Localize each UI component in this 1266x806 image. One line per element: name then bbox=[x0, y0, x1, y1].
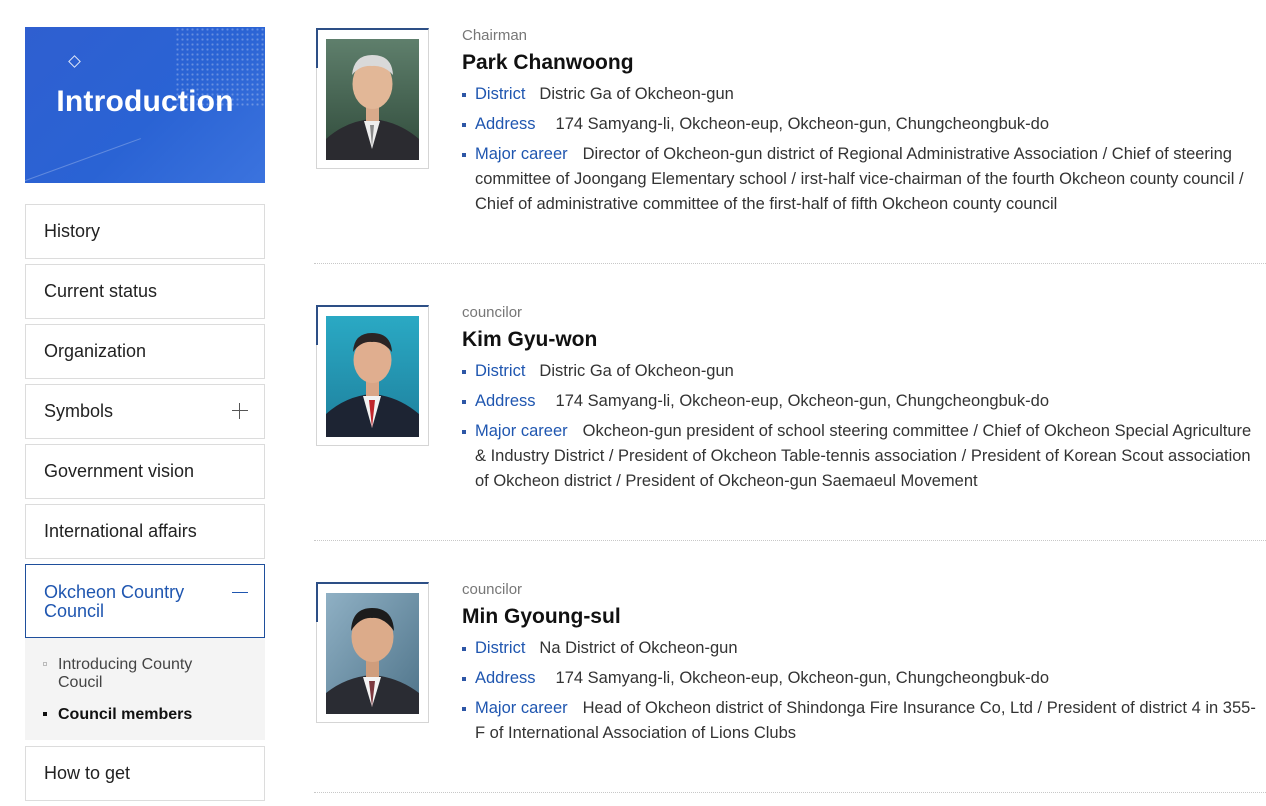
sidebar-item-label: International affairs bbox=[44, 521, 197, 541]
sidebar-item-label: Okcheon Country Council bbox=[44, 582, 185, 621]
district-value: Distric Ga of Okcheon-gun bbox=[539, 85, 734, 103]
member-district-row: District Distric Ga of Okcheon-gun bbox=[462, 82, 1262, 107]
sidebar-item-label: Current status bbox=[44, 281, 158, 301]
sidebar: Introduction History Current status Orga… bbox=[25, 27, 265, 806]
section-banner: Introduction bbox=[25, 27, 265, 183]
member-address-row: Address 174 Samyang-li, Okcheon-eup, Okch… bbox=[462, 666, 1262, 691]
member-name: Park Chanwoong bbox=[462, 51, 634, 74]
submenu-item-introducing-council[interactable]: Introducing County Coucil bbox=[25, 656, 228, 692]
address-label: Address bbox=[475, 669, 536, 687]
section-title: Introduction bbox=[56, 85, 234, 118]
bullet-icon bbox=[462, 123, 466, 127]
bullet-icon bbox=[462, 153, 466, 157]
member-career-row: Major career Okcheon-gun president of sch… bbox=[462, 419, 1262, 494]
bullet-icon bbox=[462, 400, 466, 404]
career-value: Okcheon-gun president of school steering… bbox=[475, 422, 1252, 490]
submenu-item-council-members[interactable]: Council members bbox=[25, 706, 228, 724]
minus-icon[interactable] bbox=[232, 592, 248, 593]
career-value: Director of Okcheon-gun district of Regi… bbox=[475, 145, 1244, 213]
sidebar-menu: History Current status Organization Symb… bbox=[25, 204, 265, 801]
member-role: Chairman bbox=[462, 27, 528, 44]
district-value: Distric Ga of Okcheon-gun bbox=[539, 362, 734, 380]
submenu-item-label: Council members bbox=[58, 706, 193, 723]
banner-decoration bbox=[25, 138, 141, 183]
member-career-row: Major career Director of Okcheon-gun dist… bbox=[462, 142, 1262, 217]
address-label: Address bbox=[475, 115, 536, 133]
sidebar-item-label: How to get bbox=[44, 763, 131, 783]
member-district-row: District Distric Ga of Okcheon-gun bbox=[462, 359, 1262, 384]
diamond-icon bbox=[68, 55, 81, 68]
member-info: councilor Min Gyoung-sul District Na Dist… bbox=[462, 581, 1262, 751]
sidebar-item-government-vision[interactable]: Government vision bbox=[25, 444, 265, 499]
member-address-row: Address 174 Samyang-li, Okcheon-eup, Okch… bbox=[462, 389, 1262, 414]
member-card: Chairman Park Chanwoong District Distric … bbox=[314, 27, 1266, 264]
member-photo bbox=[326, 316, 419, 437]
sidebar-item-current-status[interactable]: Current status bbox=[25, 264, 265, 319]
sidebar-item-organization[interactable]: Organization bbox=[25, 324, 265, 379]
bullet-icon bbox=[462, 647, 466, 651]
bullet-icon bbox=[462, 430, 466, 434]
district-label: District bbox=[475, 639, 526, 657]
career-label: Major career bbox=[475, 145, 568, 163]
member-photo-frame bbox=[316, 28, 429, 169]
member-card: councilor Min Gyoung-sul District Na Dist… bbox=[314, 581, 1266, 793]
sidebar-submenu: Introducing County Coucil Council member… bbox=[25, 638, 265, 740]
sidebar-item-label: History bbox=[44, 221, 101, 241]
submenu-item-label: Introducing County Coucil bbox=[58, 656, 193, 691]
address-value: 174 Samyang-li, Okcheon-eup, Okcheon-gun… bbox=[555, 669, 1050, 687]
sidebar-item-symbols[interactable]: Symbols bbox=[25, 384, 265, 439]
bullet-icon bbox=[462, 677, 466, 681]
member-photo-frame bbox=[316, 305, 429, 446]
district-label: District bbox=[475, 85, 526, 103]
sidebar-item-history[interactable]: History bbox=[25, 204, 265, 259]
sidebar-item-label: Government vision bbox=[44, 461, 195, 481]
member-list: Chairman Park Chanwoong District Distric … bbox=[314, 27, 1266, 793]
plus-icon[interactable] bbox=[232, 403, 248, 419]
sidebar-item-label: Organization bbox=[44, 341, 147, 361]
member-card: councilor Kim Gyu-won District Distric Ga… bbox=[314, 304, 1266, 541]
sidebar-item-international-affairs[interactable]: International affairs bbox=[25, 504, 265, 559]
member-role: councilor bbox=[462, 581, 523, 598]
career-value: Head of Okcheon district of Shindonga Fi… bbox=[475, 699, 1256, 742]
sidebar-item-how-to-get[interactable]: How to get bbox=[25, 746, 265, 801]
sidebar-item-label: Symbols bbox=[44, 401, 114, 421]
address-value: 174 Samyang-li, Okcheon-eup, Okcheon-gun… bbox=[555, 392, 1050, 410]
district-value: Na District of Okcheon-gun bbox=[539, 639, 738, 657]
bullet-icon bbox=[43, 662, 47, 666]
member-name: Kim Gyu-won bbox=[462, 328, 598, 351]
address-label: Address bbox=[475, 392, 536, 410]
member-info: councilor Kim Gyu-won District Distric Ga… bbox=[462, 304, 1262, 499]
member-photo bbox=[326, 39, 419, 160]
member-photo bbox=[326, 593, 419, 714]
career-label: Major career bbox=[475, 699, 568, 717]
member-name: Min Gyoung-sul bbox=[462, 605, 621, 628]
address-value: 174 Samyang-li, Okcheon-eup, Okcheon-gun… bbox=[555, 115, 1050, 133]
member-district-row: District Na District of Okcheon-gun bbox=[462, 636, 1262, 661]
career-label: Major career bbox=[475, 422, 568, 440]
member-address-row: Address 174 Samyang-li, Okcheon-eup, Okch… bbox=[462, 112, 1262, 137]
sidebar-item-council[interactable]: Okcheon Country Council bbox=[25, 564, 265, 638]
bullet-icon bbox=[462, 93, 466, 97]
bullet-icon bbox=[462, 707, 466, 711]
member-photo-frame bbox=[316, 582, 429, 723]
member-role: councilor bbox=[462, 304, 523, 321]
bullet-icon bbox=[43, 712, 47, 716]
member-career-row: Major career Head of Okcheon district of … bbox=[462, 696, 1262, 746]
member-info: Chairman Park Chanwoong District Distric … bbox=[462, 27, 1262, 222]
bullet-icon bbox=[462, 370, 466, 374]
district-label: District bbox=[475, 362, 526, 380]
